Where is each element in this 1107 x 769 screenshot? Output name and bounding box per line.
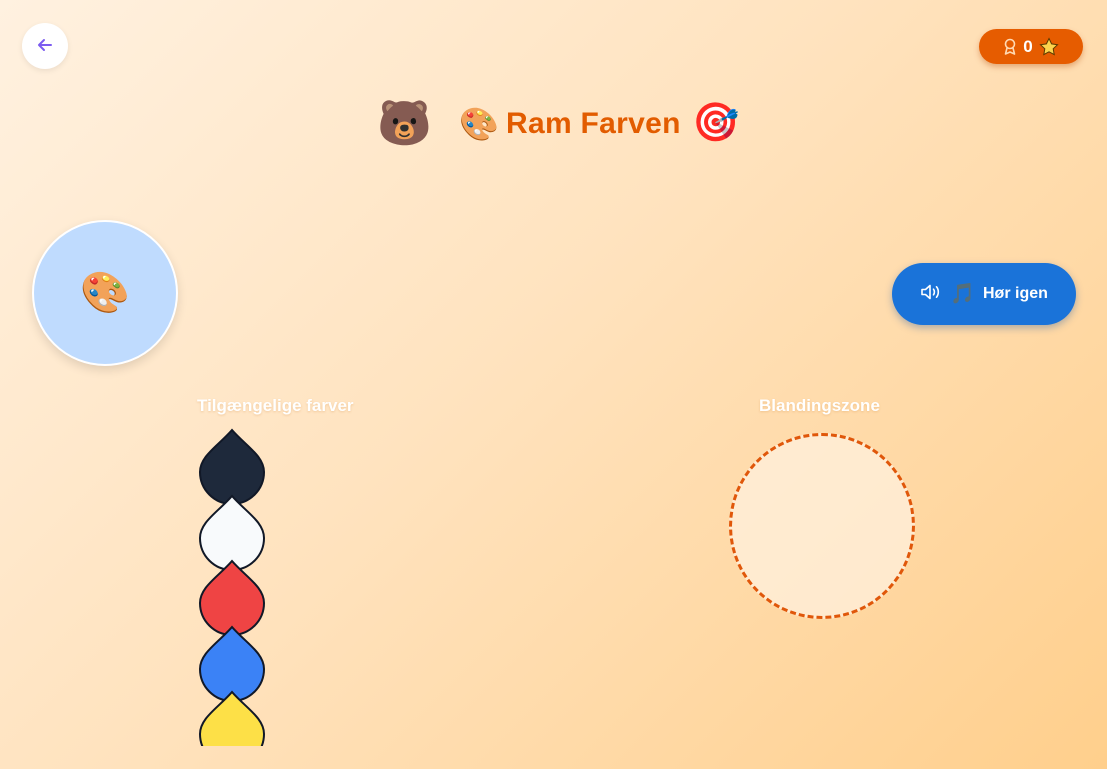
score-badge[interactable]: 0 bbox=[979, 29, 1083, 64]
bear-icon: 🐻 bbox=[377, 99, 432, 148]
target-icon: 🎯 bbox=[692, 102, 740, 144]
arrow-left-icon bbox=[36, 36, 54, 57]
palette-icon: 🎨 bbox=[80, 271, 130, 315]
hear-again-label: Hør igen bbox=[983, 285, 1048, 302]
hear-again-button[interactable]: 🎵 Hør igen bbox=[892, 263, 1076, 325]
palette-icon: 🎨 bbox=[459, 106, 499, 142]
color-drop-yellow[interactable] bbox=[196, 690, 268, 746]
target-color-circle: 🎨 bbox=[32, 220, 178, 366]
music-note-icon: 🎵 bbox=[950, 283, 975, 305]
back-button[interactable] bbox=[22, 23, 68, 69]
speaker-icon bbox=[920, 283, 942, 306]
score-value: 0 bbox=[1023, 36, 1033, 56]
mixing-zone-label: Blandingszone bbox=[759, 396, 880, 415]
title-row: 🐻 🎨 Ram Farven 🎯 bbox=[0, 96, 1107, 152]
page-title: Ram Farven bbox=[506, 107, 681, 140]
mixing-zone[interactable] bbox=[729, 433, 915, 619]
medal-icon bbox=[1003, 38, 1017, 56]
available-colors-label: Tilgængelige farver bbox=[197, 396, 354, 415]
star-icon bbox=[1039, 36, 1059, 57]
color-drops-list bbox=[196, 428, 268, 746]
